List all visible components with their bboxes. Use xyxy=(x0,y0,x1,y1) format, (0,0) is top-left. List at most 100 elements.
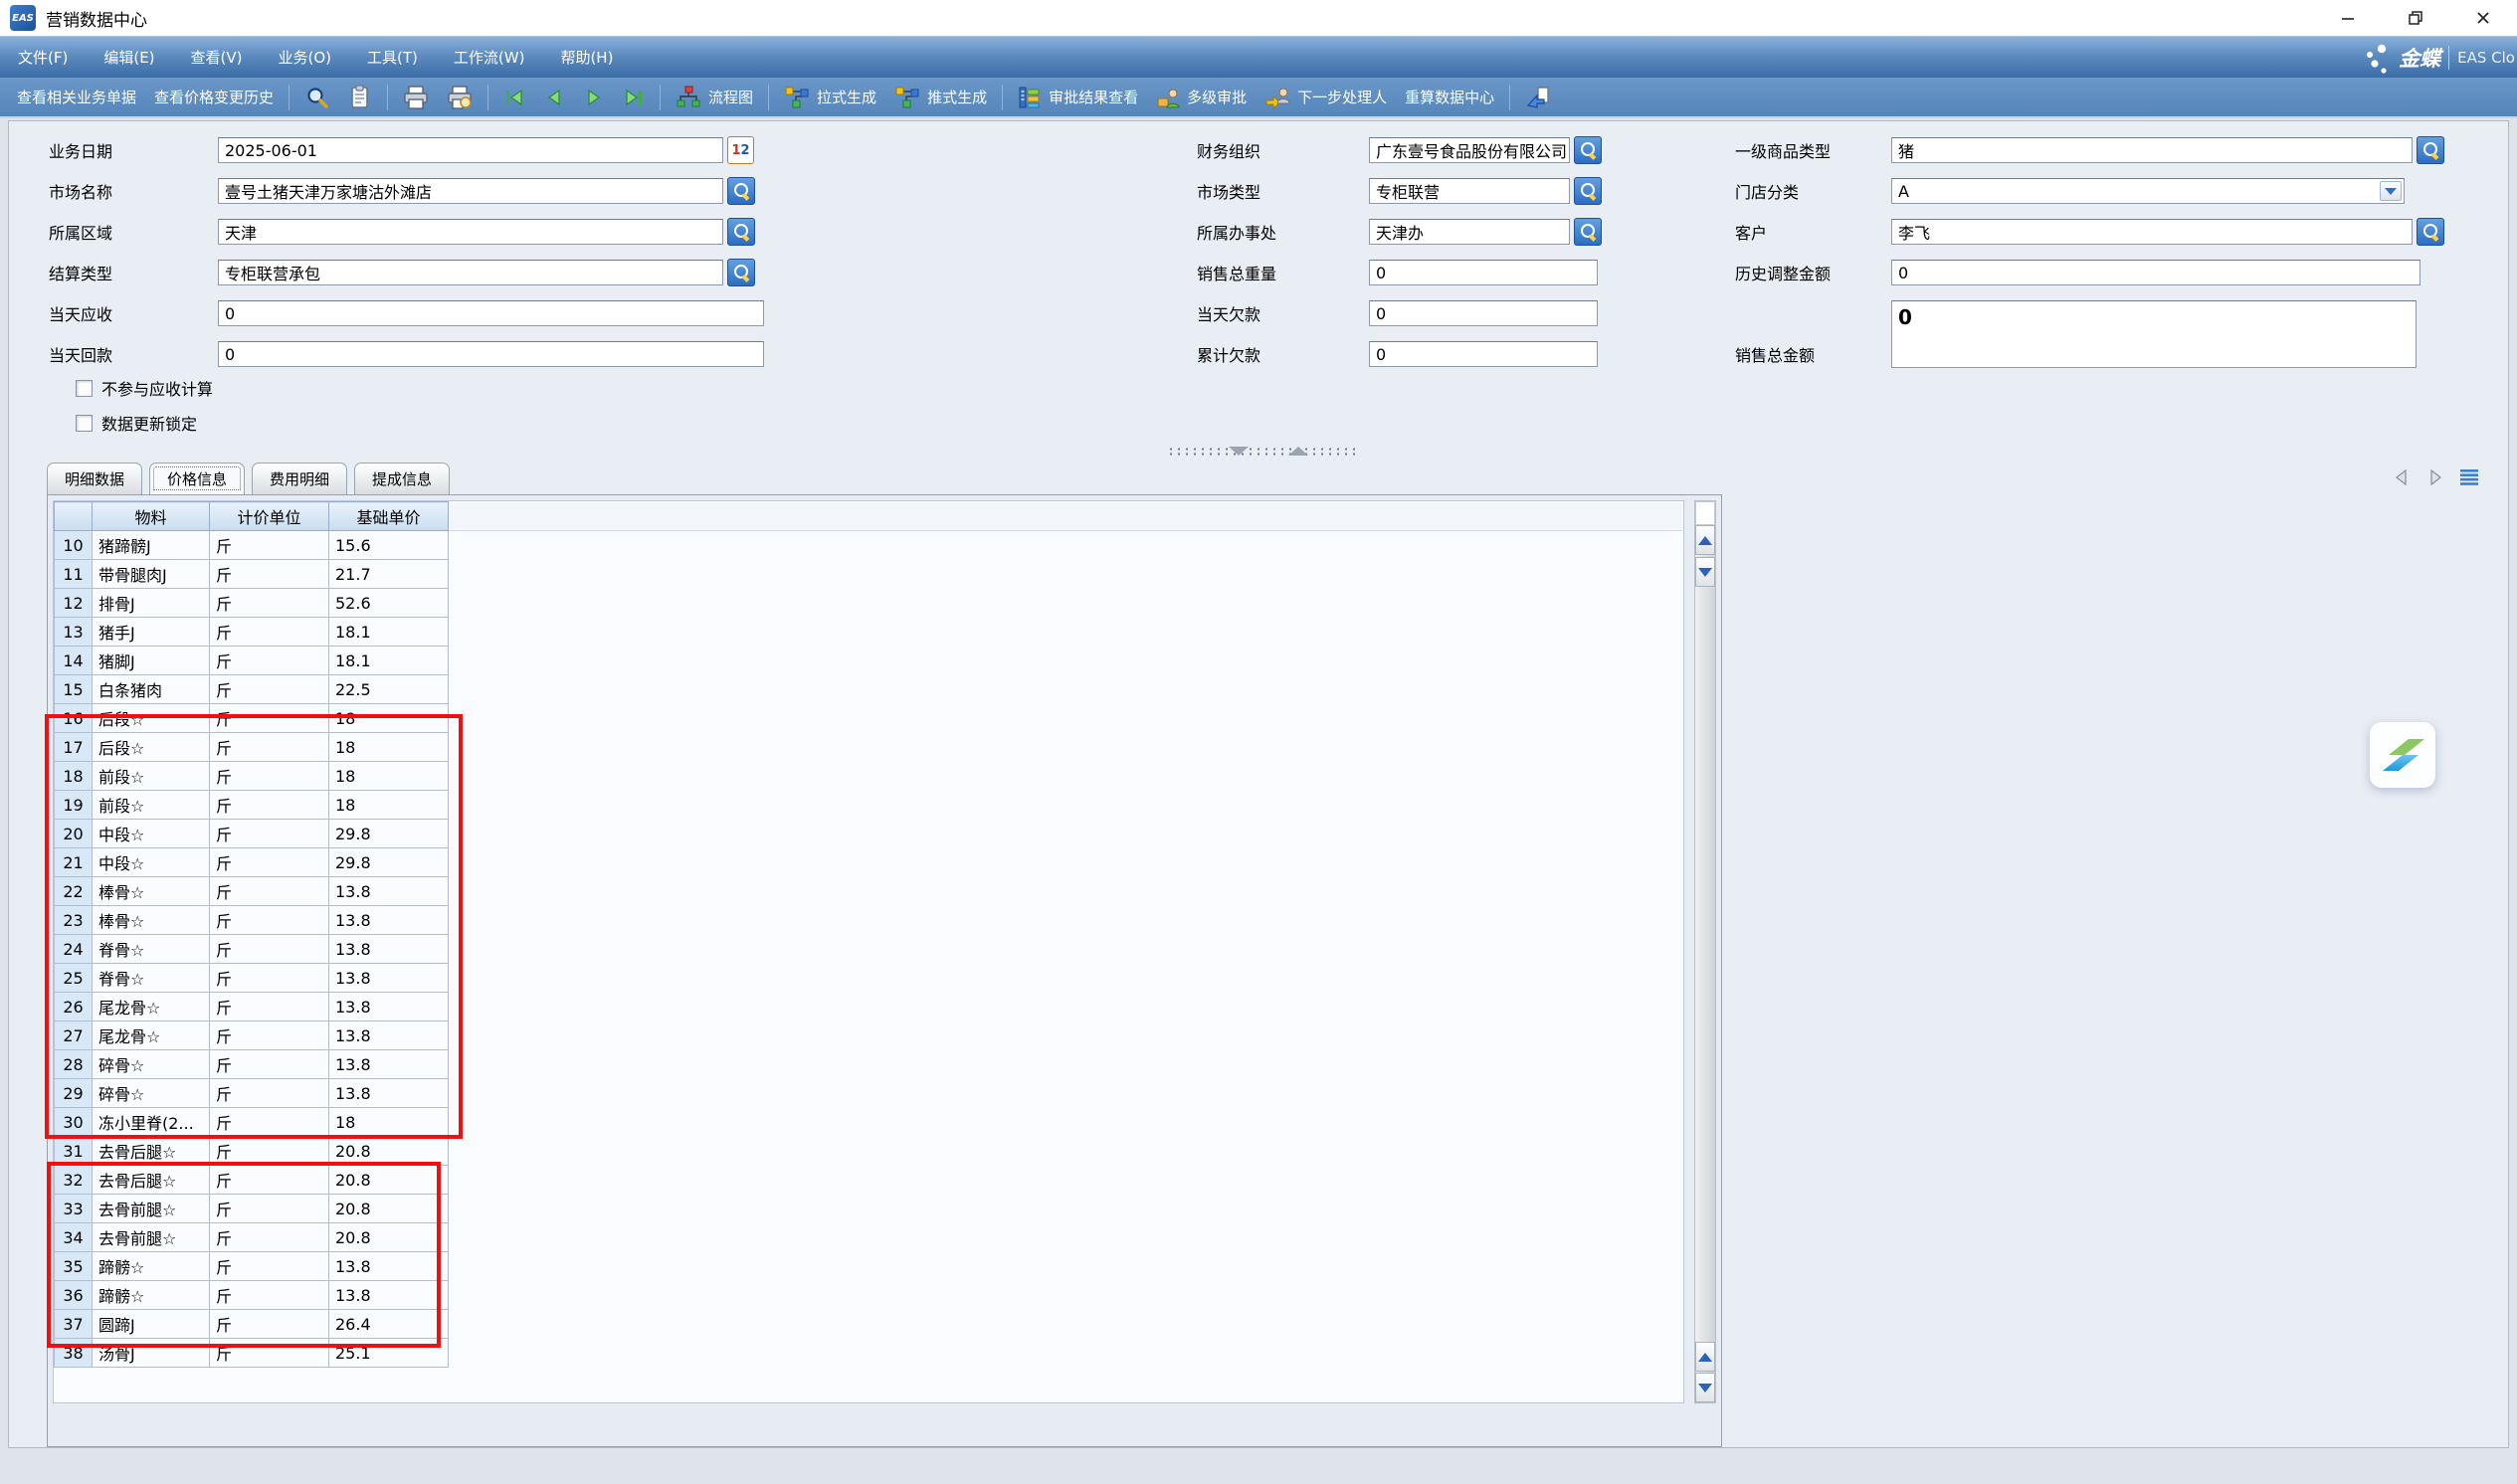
row-number-cell[interactable]: 14 xyxy=(55,647,93,675)
row-number-cell[interactable]: 37 xyxy=(55,1310,93,1339)
base-price-cell[interactable]: 13.8 xyxy=(329,906,449,935)
recalc-data-center-button[interactable]: 重算数据中心 xyxy=(1396,82,1503,113)
flowchart-button[interactable]: 流程图 xyxy=(667,82,762,113)
field-input[interactable]: 0 xyxy=(218,341,764,367)
material-cell[interactable]: 猪蹄髈J xyxy=(93,531,210,560)
material-cell[interactable]: 棒骨☆ xyxy=(93,877,210,906)
date-picker-button[interactable]: 12 xyxy=(727,136,754,164)
field-input[interactable]: 李飞 xyxy=(1891,219,2413,245)
tab-scroll-right-icon[interactable] xyxy=(2426,468,2444,486)
scroll-up-button-bottom[interactable] xyxy=(1695,1342,1715,1372)
unit-cell[interactable]: 斤 xyxy=(210,1339,329,1368)
menu-workflow[interactable]: 工作流(W) xyxy=(454,47,525,68)
base-price-cell[interactable]: 13.8 xyxy=(329,964,449,993)
row-number-cell[interactable]: 24 xyxy=(55,935,93,964)
base-price-cell[interactable]: 20.8 xyxy=(329,1166,449,1195)
dropdown-button[interactable] xyxy=(2380,181,2402,201)
row-number-cell[interactable]: 12 xyxy=(55,589,93,618)
checkbox[interactable] xyxy=(76,380,93,397)
row-number-cell[interactable]: 11 xyxy=(55,560,93,589)
tab-list-icon[interactable] xyxy=(2460,469,2478,485)
unit-cell[interactable]: 斤 xyxy=(210,1137,329,1166)
unit-cell[interactable]: 斤 xyxy=(210,1281,329,1310)
material-cell[interactable]: 棒骨☆ xyxy=(93,906,210,935)
menu-business[interactable]: 业务(O) xyxy=(279,47,332,68)
field-input[interactable]: 专柜联营 xyxy=(1369,178,1570,204)
unit-cell[interactable]: 斤 xyxy=(210,675,329,704)
lookup-button[interactable] xyxy=(1574,136,1602,164)
material-cell[interactable]: 中段☆ xyxy=(93,848,210,877)
menu-view[interactable]: 查看(V) xyxy=(191,47,243,68)
material-cell[interactable]: 去骨后腿☆ xyxy=(93,1137,210,1166)
material-cell[interactable]: 中段☆ xyxy=(93,820,210,848)
material-cell[interactable]: 猪脚J xyxy=(93,647,210,675)
base-price-cell[interactable]: 21.7 xyxy=(329,560,449,589)
unit-cell[interactable]: 斤 xyxy=(210,762,329,791)
print-button[interactable] xyxy=(394,82,438,113)
tab-expense-detail[interactable]: 费用明细 xyxy=(252,463,347,494)
base-price-cell[interactable]: 13.8 xyxy=(329,1252,449,1281)
material-cell[interactable]: 尾龙骨☆ xyxy=(93,993,210,1021)
floating-assistant-logo[interactable] xyxy=(2370,722,2435,788)
base-price-cell[interactable]: 25.1 xyxy=(329,1339,449,1368)
unit-cell[interactable]: 斤 xyxy=(210,993,329,1021)
tab-scroll-left-icon[interactable] xyxy=(2393,468,2411,486)
pull-generate-button[interactable]: 拉式生成 xyxy=(775,82,885,113)
lookup-button[interactable] xyxy=(1574,218,1602,246)
splitter-handle[interactable] xyxy=(1167,447,1356,456)
field-input[interactable]: 天津 xyxy=(218,219,723,245)
row-number-cell[interactable]: 32 xyxy=(55,1166,93,1195)
unit-cell[interactable]: 斤 xyxy=(210,531,329,560)
row-number-cell[interactable]: 38 xyxy=(55,1339,93,1368)
next-record-button[interactable] xyxy=(574,82,614,113)
minimize-button[interactable] xyxy=(2314,0,2382,36)
row-number-cell[interactable]: 26 xyxy=(55,993,93,1021)
lookup-button[interactable] xyxy=(727,177,755,205)
field-input[interactable]: 广东壹号食品股份有限公司 xyxy=(1369,137,1570,163)
next-handler-button[interactable]: 下一步处理人 xyxy=(1256,82,1396,113)
row-number-cell[interactable]: 15 xyxy=(55,675,93,704)
material-cell[interactable]: 蹄髈☆ xyxy=(93,1252,210,1281)
view-price-history-button[interactable]: 查看价格变更历史 xyxy=(145,82,283,113)
field-input[interactable]: 0 xyxy=(1891,260,2420,285)
first-record-button[interactable] xyxy=(494,82,534,113)
unit-cell[interactable]: 斤 xyxy=(210,1021,329,1050)
row-number-cell[interactable]: 22 xyxy=(55,877,93,906)
row-number-cell[interactable]: 20 xyxy=(55,820,93,848)
unit-cell[interactable]: 斤 xyxy=(210,791,329,820)
unit-cell[interactable]: 斤 xyxy=(210,1166,329,1195)
base-price-cell[interactable]: 18 xyxy=(329,791,449,820)
push-generate-button[interactable]: 推式生成 xyxy=(885,82,996,113)
unit-cell[interactable]: 斤 xyxy=(210,618,329,647)
unit-cell[interactable]: 斤 xyxy=(210,560,329,589)
last-record-button[interactable] xyxy=(614,82,654,113)
row-number-cell[interactable]: 19 xyxy=(55,791,93,820)
unit-cell[interactable]: 斤 xyxy=(210,589,329,618)
row-number-cell[interactable]: 27 xyxy=(55,1021,93,1050)
unit-cell[interactable]: 斤 xyxy=(210,647,329,675)
material-cell[interactable]: 碎骨☆ xyxy=(93,1079,210,1108)
base-price-cell[interactable]: 20.8 xyxy=(329,1223,449,1252)
base-price-cell[interactable]: 18 xyxy=(329,733,449,762)
base-price-cell[interactable]: 13.8 xyxy=(329,1079,449,1108)
base-price-cell[interactable]: 13.8 xyxy=(329,993,449,1021)
material-cell[interactable]: 白条猪肉 xyxy=(93,675,210,704)
base-price-cell[interactable]: 22.5 xyxy=(329,675,449,704)
field-input[interactable]: 2025-06-01 xyxy=(218,137,723,163)
row-number-cell[interactable]: 31 xyxy=(55,1137,93,1166)
unit-cell[interactable]: 斤 xyxy=(210,820,329,848)
multi-level-approval-button[interactable]: 多级审批 xyxy=(1147,82,1256,113)
field-input[interactable]: 0 xyxy=(1369,341,1598,367)
base-price-cell[interactable]: 20.8 xyxy=(329,1195,449,1223)
field-input[interactable]: 天津办 xyxy=(1369,219,1570,245)
unit-cell[interactable]: 斤 xyxy=(210,1079,329,1108)
restore-button[interactable] xyxy=(2382,0,2449,36)
field-input[interactable]: 专柜联营承包 xyxy=(218,260,723,285)
unit-cell[interactable]: 斤 xyxy=(210,704,329,733)
row-number-header[interactable] xyxy=(55,502,93,531)
row-number-cell[interactable]: 25 xyxy=(55,964,93,993)
base-price-cell[interactable]: 13.8 xyxy=(329,877,449,906)
approval-result-button[interactable]: 审批结果查看 xyxy=(1009,82,1147,113)
row-number-cell[interactable]: 29 xyxy=(55,1079,93,1108)
unit-cell[interactable]: 斤 xyxy=(210,877,329,906)
